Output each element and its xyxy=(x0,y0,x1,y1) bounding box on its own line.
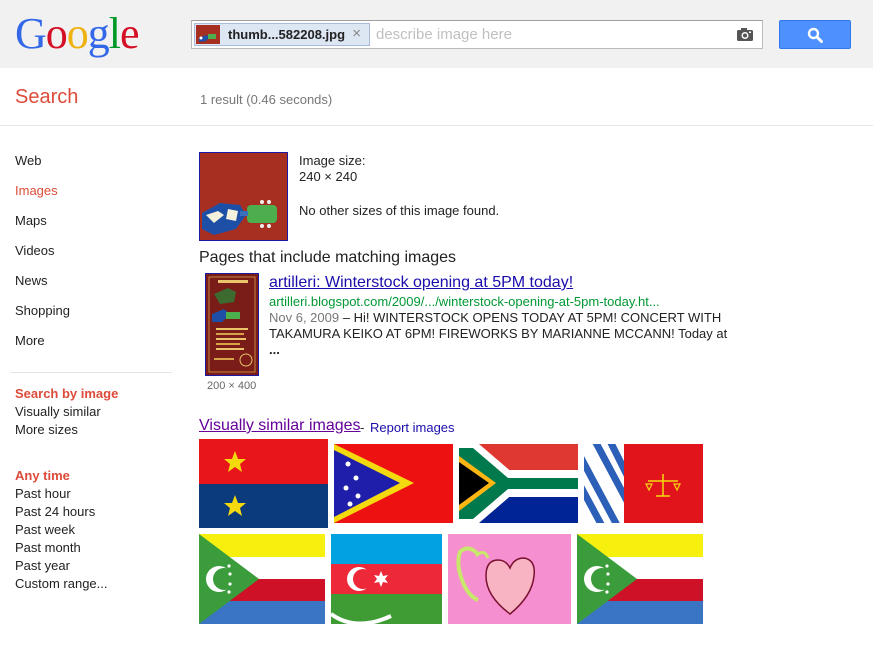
result-stats: 1 result (0.46 seconds) xyxy=(200,92,333,107)
nav-item-news[interactable]: News xyxy=(15,273,175,303)
visually-similar-images-link[interactable]: Visually similar images xyxy=(199,417,361,435)
result-url[interactable]: artilleri.blogspot.com/2009/.../winterst… xyxy=(269,294,660,309)
nav-item-more[interactable]: More xyxy=(15,333,175,363)
top-bar: Google thumb...582208.jpg × xyxy=(0,0,873,68)
time-filter-past-hour[interactable]: Past hour xyxy=(15,486,108,504)
nav-item-videos[interactable]: Videos xyxy=(15,243,175,273)
similar-image-1[interactable] xyxy=(199,439,328,528)
chip-thumbnail xyxy=(196,25,220,44)
logo-letter: o xyxy=(66,9,89,58)
more-sizes-link[interactable]: More sizes xyxy=(15,422,118,440)
section-title: Search xyxy=(15,86,79,108)
result-snippet-ellipsis: ... xyxy=(269,342,280,357)
logo-letter: G xyxy=(15,9,47,58)
result-thumbnail[interactable] xyxy=(205,273,259,376)
image-size-label: Image size: xyxy=(299,153,366,168)
similar-image-4[interactable] xyxy=(584,444,703,523)
logo-letter: g xyxy=(87,9,110,58)
image-info: Image size: 240 × 240 No other sizes of … xyxy=(299,153,499,219)
pages-heading: Pages that include matching images xyxy=(199,249,457,266)
result-snippet: Nov 6, 2009 – Hi! WINTERSTOCK OPENS TODA… xyxy=(269,310,729,358)
any-time-filter[interactable]: Any time xyxy=(15,468,108,486)
similar-image-6[interactable] xyxy=(331,534,442,624)
logo-letter: l xyxy=(108,9,121,58)
search-box[interactable]: thumb...582208.jpg × xyxy=(191,20,763,49)
time-filter-past-24-hours[interactable]: Past 24 hours xyxy=(15,504,108,522)
visually-similar-link[interactable]: Visually similar xyxy=(15,404,118,422)
similar-separator: - xyxy=(360,420,365,435)
logo-letter: e xyxy=(120,9,140,58)
query-image[interactable] xyxy=(199,152,288,241)
search-input[interactable] xyxy=(376,24,716,44)
similar-image-5[interactable] xyxy=(199,534,325,624)
time-filter-past-week[interactable]: Past week xyxy=(15,522,108,540)
google-logo[interactable]: Google xyxy=(15,8,140,59)
nav-item-shopping[interactable]: Shopping xyxy=(15,303,175,333)
similar-image-8[interactable] xyxy=(577,534,703,624)
similar-image-7[interactable] xyxy=(448,534,571,624)
time-filter-custom-range[interactable]: Custom range... xyxy=(15,576,108,594)
time-filter-past-year[interactable]: Past year xyxy=(15,558,108,576)
similar-image-2[interactable] xyxy=(334,444,453,523)
search-button[interactable] xyxy=(779,20,851,49)
chip-close-icon[interactable]: × xyxy=(352,25,361,42)
result-date: Nov 6, 2009 xyxy=(269,310,340,325)
nav-item-web[interactable]: Web xyxy=(15,153,175,183)
left-nav: Web Images Maps Videos News Shopping Mor… xyxy=(15,153,175,363)
header-divider xyxy=(0,125,873,126)
report-images-link[interactable]: Report images xyxy=(370,420,455,435)
search-by-image-heading[interactable]: Search by image xyxy=(15,386,118,404)
magnifier-icon xyxy=(807,27,823,43)
image-query-chip[interactable]: thumb...582208.jpg × xyxy=(194,23,370,46)
time-filter-past-month[interactable]: Past month xyxy=(15,540,108,558)
time-filter-section: Any time Past hour Past 24 hours Past we… xyxy=(15,468,108,594)
other-sizes-note: No other sizes of this image found. xyxy=(299,203,500,218)
chip-filename: thumb...582208.jpg xyxy=(228,27,346,42)
image-size-value: 240 × 240 xyxy=(299,169,358,184)
camera-icon[interactable] xyxy=(736,26,754,42)
nav-item-maps[interactable]: Maps xyxy=(15,213,175,243)
similar-image-3[interactable] xyxy=(459,444,578,523)
logo-letter: o xyxy=(45,9,68,58)
result-title-link[interactable]: artilleri: Winterstock opening at 5PM to… xyxy=(269,274,573,292)
search-by-image-section: Search by image Visually similar More si… xyxy=(15,386,118,440)
nav-divider xyxy=(10,372,172,373)
nav-item-images[interactable]: Images xyxy=(15,183,175,213)
result-thumbnail-dimensions: 200 × 400 xyxy=(207,380,257,392)
